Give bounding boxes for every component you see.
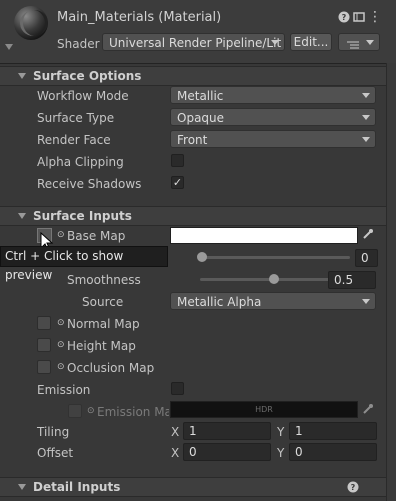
svg-text:?: ? — [342, 13, 347, 22]
material-title: Main_Materials (Material) — [57, 10, 222, 25]
shader-label: Shader — [57, 37, 100, 51]
chevron-down-icon — [362, 115, 370, 120]
help-icon[interactable]: ? — [338, 11, 350, 23]
emission-map-texture-slot[interactable] — [68, 404, 82, 418]
occlusion-map-texture-slot[interactable] — [37, 360, 51, 374]
smoothness-value-field[interactable]: 0.5 — [328, 271, 376, 289]
render-face-value: Front — [177, 133, 208, 147]
tiling-label: Tiling — [37, 425, 70, 439]
offset-x-label: X — [171, 446, 180, 460]
more-options-icon[interactable]: ⋮ — [368, 10, 382, 24]
tiling-x-field[interactable]: 1 — [183, 422, 271, 440]
presets-icon[interactable] — [353, 11, 365, 23]
height-map-label: Height Map — [67, 339, 136, 353]
offset-y-label: Y — [277, 446, 285, 460]
normal-map-texture-slot[interactable] — [37, 316, 51, 330]
height-map-texture-slot[interactable] — [37, 338, 51, 352]
metallic-value-field[interactable]: 0 — [355, 249, 378, 267]
workflow-mode-dropdown[interactable]: Metallic — [170, 86, 376, 104]
shader-dropdown[interactable]: Universal Render Pipeline/Lit — [102, 33, 285, 51]
surface-options-header[interactable]: Surface Options — [0, 66, 386, 86]
surface-inputs-title: Surface Inputs — [33, 209, 132, 223]
shader-dropdown-value: Universal Render Pipeline/Lit — [109, 36, 281, 50]
smoothness-label: Smoothness — [67, 273, 141, 287]
base-map-label: Base Map — [67, 229, 126, 243]
foldout-arrow-icon — [18, 73, 26, 79]
offset-y-field[interactable]: 0 — [289, 443, 377, 461]
offset-x-field[interactable]: 0 — [183, 443, 271, 461]
chevron-down-icon — [271, 40, 279, 45]
metallic-slider-handle[interactable] — [197, 252, 207, 262]
offset-label: Offset — [37, 446, 74, 460]
chevron-down-icon — [362, 93, 370, 98]
surface-inputs-header[interactable]: Surface Inputs — [0, 206, 386, 226]
chevron-down-icon — [362, 137, 370, 142]
alpha-clipping-label: Alpha Clipping — [37, 155, 124, 169]
eyedropper-icon[interactable] — [362, 403, 374, 418]
occlusion-map-label: Occlusion Map — [67, 361, 155, 375]
object-picker-icon[interactable]: ⊙ — [57, 230, 65, 240]
base-map-color-field[interactable] — [170, 227, 358, 244]
surface-type-dropdown[interactable]: Opaque — [170, 108, 376, 126]
normal-map-label: Normal Map — [67, 317, 140, 331]
detail-inputs-title: Detail Inputs — [33, 480, 121, 494]
workflow-mode-value: Metallic — [177, 89, 224, 103]
edit-shader-button[interactable]: Edit... — [290, 33, 332, 51]
eyedropper-icon[interactable] — [362, 228, 374, 243]
source-dropdown[interactable]: Metallic Alpha — [170, 292, 376, 310]
source-value: Metallic Alpha — [177, 295, 262, 309]
smoothness-slider-handle[interactable] — [269, 274, 279, 284]
workflow-mode-label: Workflow Mode — [37, 89, 129, 103]
tooltip: Ctrl + Click to show preview — [0, 246, 168, 282]
tiling-x-label: X — [171, 425, 180, 439]
material-preview-thumbnail[interactable] — [14, 6, 48, 40]
surface-type-label: Surface Type — [37, 111, 115, 125]
object-picker-icon[interactable]: ⊙ — [57, 362, 65, 372]
shader-options-dropdown[interactable] — [338, 33, 380, 51]
metallic-slider-track[interactable] — [200, 256, 350, 259]
foldout-arrow-icon[interactable] — [5, 44, 13, 50]
object-picker-icon[interactable]: ⊙ — [87, 406, 95, 416]
tiling-y-label: Y — [277, 425, 285, 439]
hdr-label: HDR — [255, 405, 273, 414]
emission-color-field[interactable]: HDR — [170, 401, 358, 418]
object-picker-icon[interactable]: ⊙ — [57, 340, 65, 350]
svg-text:?: ? — [351, 483, 356, 492]
help-icon[interactable]: ? — [347, 481, 359, 496]
emission-label: Emission — [37, 383, 91, 397]
emission-map-label: Emission Map — [97, 405, 169, 419]
tiling-y-field[interactable]: 1 — [289, 422, 377, 440]
object-picker-icon[interactable]: ⊙ — [57, 318, 65, 328]
receive-shadows-checkbox[interactable]: ✓ — [171, 176, 184, 189]
receive-shadows-label: Receive Shadows — [37, 177, 142, 191]
render-face-dropdown[interactable]: Front — [170, 130, 376, 148]
render-face-label: Render Face — [37, 133, 111, 147]
chevron-down-icon — [362, 299, 370, 304]
surface-type-value: Opaque — [177, 111, 225, 125]
chevron-down-icon — [366, 40, 374, 45]
emission-checkbox[interactable] — [171, 382, 184, 395]
list-icon — [347, 37, 359, 55]
alpha-clipping-checkbox[interactable] — [171, 154, 184, 167]
detail-inputs-header[interactable]: Detail Inputs — [0, 477, 386, 497]
surface-options-title: Surface Options — [33, 69, 142, 83]
foldout-arrow-icon — [18, 213, 26, 219]
scrollbar[interactable] — [386, 63, 396, 501]
source-label: Source — [82, 295, 124, 309]
foldout-arrow-icon — [18, 484, 26, 490]
